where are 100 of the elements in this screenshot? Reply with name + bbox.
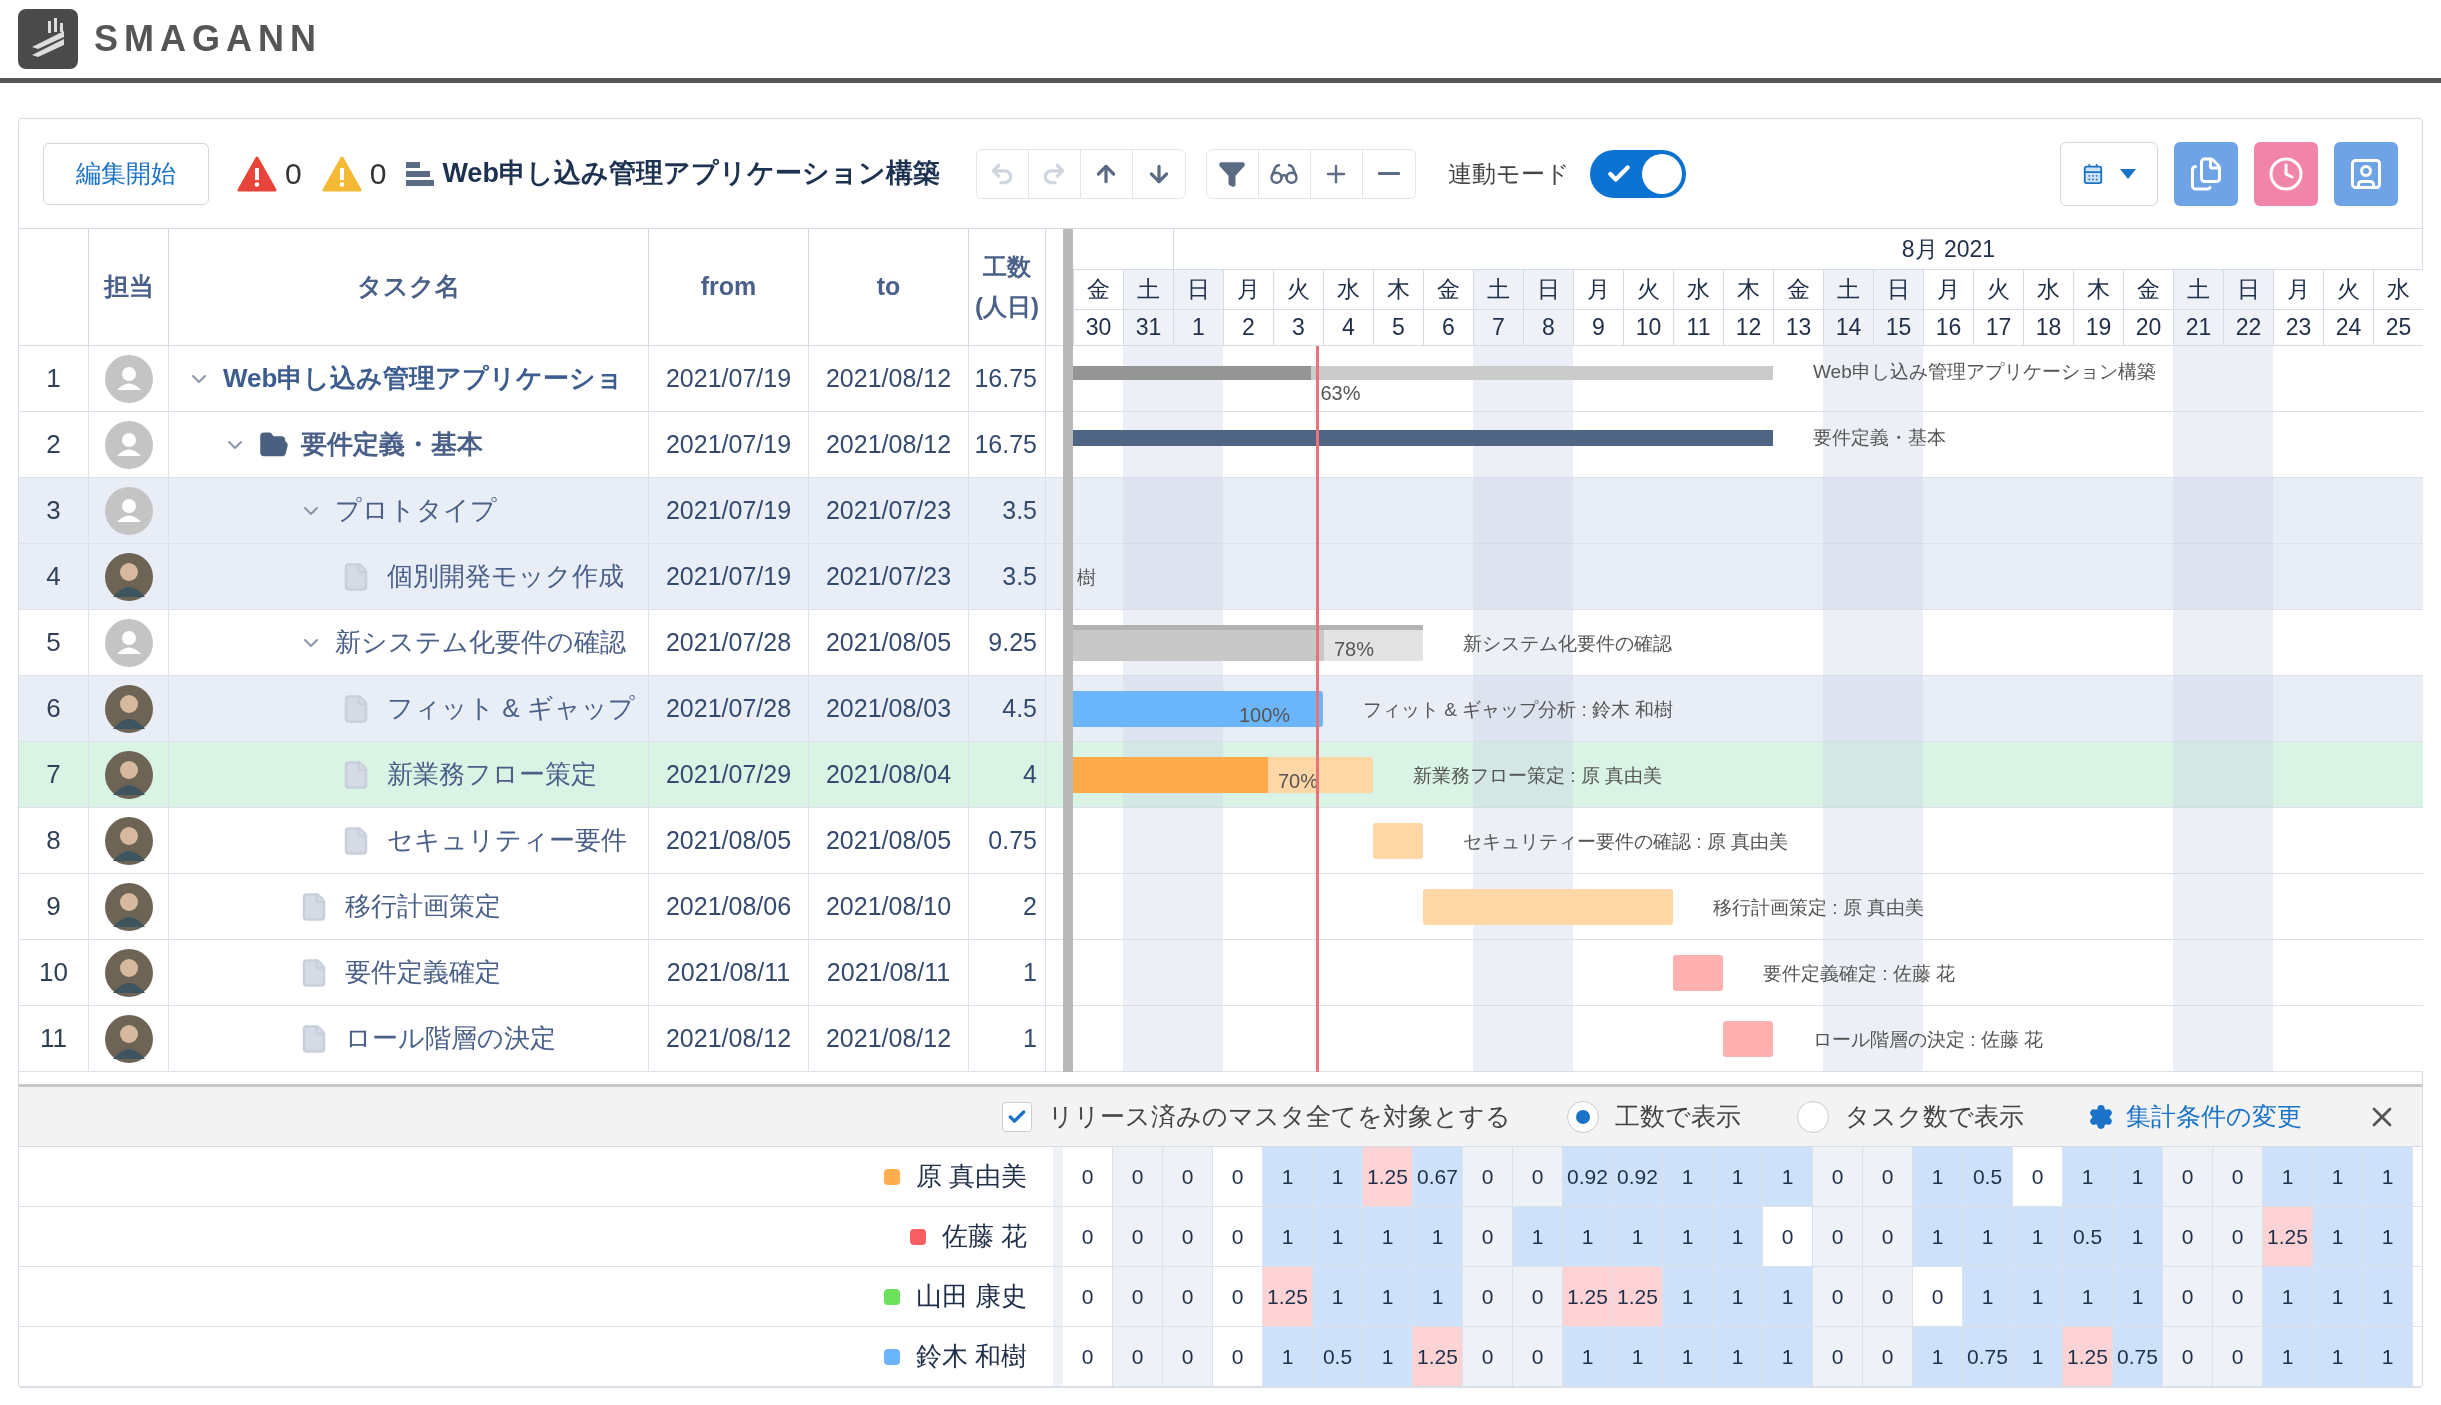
link-mode-toggle[interactable]: [1589, 149, 1686, 198]
workload-cell: 0: [1813, 1147, 1863, 1206]
workload-cell: 1: [1963, 1267, 2013, 1326]
workload-cell: 0: [1813, 1327, 1863, 1386]
workload-cell: 1: [2013, 1267, 2063, 1326]
workload-cell: 1: [1713, 1327, 1763, 1386]
workload-cell: 1.25: [1263, 1267, 1313, 1326]
weekday-label: 火: [1987, 274, 2010, 304]
bar-label: 新業務フロー策定 : 原 真由美: [1413, 764, 1663, 788]
clock-button[interactable]: [2254, 141, 2318, 206]
task-row[interactable]: 4 個別開発モック作成 2021/07/19 2021/07/23 3.5: [19, 544, 1063, 610]
workload-cell: 0: [2213, 1147, 2263, 1206]
start-date: 2021/08/05: [665, 824, 792, 856]
calendar-dropdown[interactable]: [2060, 141, 2158, 206]
workload-cell: 0: [1513, 1267, 1563, 1326]
task-row[interactable]: 1 Web申し込み管理アプリケーショ 2021/07/19 2021/08/12 16.75: [19, 346, 1063, 412]
workload-cell: 1: [1663, 1267, 1713, 1326]
weekday-label: 月: [1237, 274, 1260, 304]
workload-cell: 0: [1463, 1327, 1513, 1386]
progress-label: 78%: [1334, 637, 1375, 662]
task-row[interactable]: 10 要件定義確定 2021/08/11 2021/08/11 1: [19, 940, 1063, 1006]
day-label: 10: [1635, 313, 1662, 343]
day-label: 8: [1542, 313, 1555, 343]
workload-cell: 1: [1313, 1147, 1363, 1206]
gear-icon[interactable]: [2088, 1103, 2114, 1130]
workload-cell: 0: [1513, 1327, 1563, 1386]
task-bar[interactable]: [1073, 757, 1373, 793]
task-name: 要件定義・基本: [301, 428, 483, 461]
warning-count: 0: [369, 156, 387, 192]
change-criteria-link[interactable]: 集計条件の変更: [2126, 1097, 2302, 1136]
task-row[interactable]: 8 セキュリティー要件 2021/08/05 2021/08/05 0.75: [19, 808, 1063, 874]
task-bar[interactable]: [1073, 691, 1323, 727]
workload-cell: 1: [1763, 1147, 1813, 1206]
effort-value: 4.5: [1002, 692, 1037, 724]
task-row[interactable]: 9 移行計画策定 2021/08/06 2021/08/10 2: [19, 874, 1063, 940]
minus-icon: [1377, 172, 1400, 175]
effort-value: 3.5: [1002, 560, 1037, 592]
workload-cell: 0: [1163, 1327, 1213, 1386]
radio-button[interactable]: [1567, 1100, 1599, 1133]
end-date: 2021/08/12: [825, 362, 952, 394]
day-label: 16: [1935, 313, 1962, 343]
start-date: 2021/07/19: [665, 560, 792, 592]
task-name: 移行計画策定: [345, 890, 501, 923]
task-list-button[interactable]: [2174, 141, 2238, 206]
workload-cell: 1: [2113, 1147, 2163, 1206]
checkbox-label: リリース済みのマスタ全てを対象とする: [1048, 1100, 1511, 1132]
day-label: 14: [1835, 313, 1862, 343]
toggle-knob: [1641, 153, 1682, 194]
workload-cell: 1.25: [2063, 1327, 2113, 1386]
task-row[interactable]: 2 要件定義・基本 2021/07/19 2021/08/12 16.75: [19, 412, 1063, 478]
day-label: 9: [1592, 313, 1605, 343]
workload-cell: 0: [1163, 1207, 1213, 1266]
member-button[interactable]: [2334, 141, 2398, 206]
weekday-label: 月: [2287, 274, 2310, 304]
workload-cell: 1: [1313, 1207, 1363, 1266]
bar-label: ロール階層の決定 : 佐藤 花: [1813, 1028, 2044, 1052]
workload-cell: 1: [1663, 1207, 1713, 1266]
clock-icon: [2268, 155, 2304, 192]
task-row[interactable]: 3 プロトタイプ 2021/07/19 2021/07/23 3.5: [19, 478, 1063, 544]
checkbox[interactable]: [1002, 1101, 1032, 1132]
workload-cell: 0.92: [1613, 1147, 1663, 1206]
workload-cell: 0: [2213, 1267, 2263, 1326]
task-row[interactable]: 5 新システム化要件の確認 2021/07/28 2021/08/05 9.25: [19, 610, 1063, 676]
day-label: 24: [2335, 313, 2362, 343]
workload-cell: 1.25: [2263, 1207, 2313, 1266]
row-number: 1: [46, 362, 61, 395]
task-row[interactable]: 6 フィット & ギャップ 2021/07/28 2021/08/03 4.5: [19, 676, 1063, 742]
phase-bar[interactable]: [1073, 625, 1423, 661]
end-date: 2021/08/12: [825, 428, 952, 460]
workload-cell: 1: [1713, 1207, 1763, 1266]
workload-cell: 0: [2213, 1327, 2263, 1386]
task-row[interactable]: 11 ロール階層の決定 2021/08/12 2021/08/12 1: [19, 1006, 1063, 1072]
workload-cell: 0: [2163, 1147, 2213, 1206]
workload-cell: 1: [2363, 1267, 2413, 1326]
effort-value: 4: [1023, 758, 1037, 790]
person-name: 佐藤 花: [941, 1220, 1027, 1253]
workload-cell: 1: [1263, 1207, 1313, 1266]
workload-cell: 1: [1413, 1267, 1463, 1326]
start-date: 2021/07/29: [665, 758, 792, 790]
user-avatar-icon: [104, 816, 153, 865]
effort-value: 1: [1023, 1022, 1037, 1054]
workload-cell: 0.75: [1963, 1327, 2013, 1386]
logo-icon: [18, 9, 78, 69]
day-label: 12: [1735, 313, 1762, 343]
workload-cell: 0: [1463, 1267, 1513, 1326]
task-row[interactable]: 7 新業務フロー策定 2021/07/29 2021/08/04 4: [19, 742, 1063, 808]
workload-cell: 1.25: [1363, 1147, 1413, 1206]
workload-cell: 0.5: [2063, 1207, 2113, 1266]
workload-cell: 1: [1263, 1327, 1313, 1386]
day-label: 1: [1192, 313, 1205, 343]
gantt-icon: [406, 160, 435, 187]
workload-cell: 0: [1863, 1147, 1913, 1206]
weekday-label: 土: [2187, 274, 2210, 304]
day-label: 30: [1085, 313, 1112, 343]
weekday-label: 土: [1487, 274, 1510, 304]
radio-button[interactable]: [1797, 1100, 1829, 1133]
start-editing-button[interactable]: 編集開始: [43, 142, 209, 205]
error-icon: [237, 155, 277, 192]
end-date: 2021/08/10: [825, 890, 952, 922]
day-label: 20: [2135, 313, 2162, 343]
